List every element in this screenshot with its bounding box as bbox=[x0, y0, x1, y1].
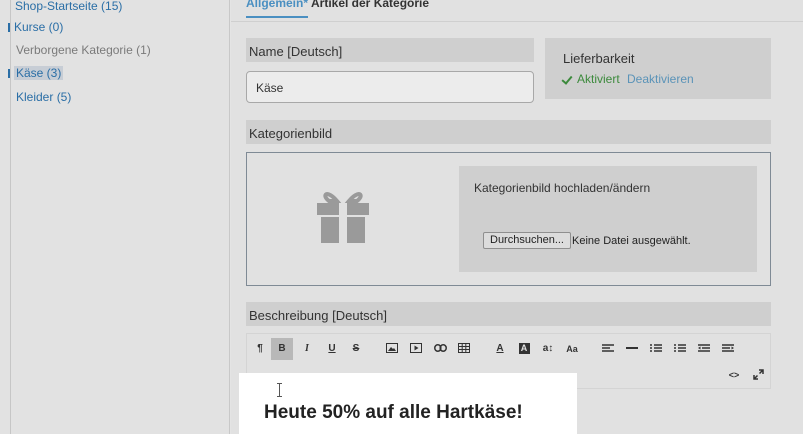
highlight-a-icon: A bbox=[518, 343, 530, 354]
tree-item-verborgene-kategorie[interactable]: Verborgene Kategorie (1) bbox=[16, 43, 151, 58]
tree-item-kaese[interactable]: Käse (3) bbox=[8, 66, 64, 81]
drag-handle-icon[interactable] bbox=[8, 23, 10, 32]
bold-button[interactable]: B bbox=[271, 338, 293, 360]
editor-heading-text[interactable]: Heute 50% auf alle Hartkäse! bbox=[264, 402, 523, 424]
text-cursor-icon bbox=[277, 383, 284, 397]
tab-bar: Allgemein* Artikel der Kategorie bbox=[231, 0, 803, 22]
image-section-header: Kategorienbild bbox=[246, 120, 771, 144]
outdent-icon bbox=[698, 344, 710, 353]
tab-artikel-der-kategorie[interactable]: Artikel der Kategorie bbox=[311, 0, 429, 18]
tree-item-label: Kurse (0) bbox=[14, 20, 64, 34]
text-case-button[interactable]: Aa bbox=[561, 338, 583, 360]
fullscreen-button[interactable] bbox=[747, 364, 769, 386]
paragraph-button[interactable]: ¶ bbox=[249, 338, 271, 360]
outdent-button[interactable] bbox=[693, 338, 715, 360]
name-input[interactable]: Käse bbox=[246, 71, 534, 103]
name-section-header: Name [Deutsch] bbox=[246, 38, 534, 62]
tree-item-label: Shop-Startseite (15) bbox=[15, 0, 123, 13]
activated-label: Aktiviert bbox=[577, 72, 620, 86]
tree-item-label: Kleider (5) bbox=[16, 90, 72, 104]
insert-table-button[interactable] bbox=[453, 338, 475, 360]
image-icon bbox=[386, 343, 398, 354]
description-section-header: Beschreibung [Deutsch] bbox=[246, 302, 771, 326]
indent-icon bbox=[722, 344, 734, 353]
font-color-button[interactable]: A bbox=[489, 338, 511, 360]
strikethrough-button[interactable]: S bbox=[345, 338, 367, 360]
upload-title: Kategorienbild hochladen/ändern bbox=[474, 181, 651, 195]
category-image-panel: Kategorienbild hochladen/ändern Durchsuc… bbox=[246, 152, 771, 286]
drag-handle-icon[interactable] bbox=[8, 69, 10, 78]
fullscreen-icon bbox=[752, 369, 764, 380]
horizontal-rule-icon bbox=[626, 347, 638, 350]
check-icon bbox=[563, 75, 573, 83]
tree-item-label: Verborgene Kategorie (1) bbox=[16, 43, 151, 57]
tree-item-kleider[interactable]: Kleider (5) bbox=[16, 90, 71, 105]
category-edit-form: Allgemein* Artikel der Kategorie Name [D… bbox=[231, 0, 803, 434]
background-color-button[interactable]: A bbox=[513, 338, 535, 360]
tree-item-label: Käse (3) bbox=[14, 66, 64, 80]
italic-button[interactable]: I bbox=[296, 338, 318, 360]
availability-title: Lieferbarkeit bbox=[563, 51, 635, 66]
upload-panel: Kategorienbild hochladen/ändern Durchsuc… bbox=[459, 166, 757, 272]
category-tree: Shop-Startseite (15) Kurse (0) Verborgen… bbox=[0, 0, 230, 434]
align-left-button[interactable] bbox=[597, 338, 619, 360]
bullet-list-icon bbox=[650, 344, 662, 353]
align-left-icon bbox=[602, 344, 614, 353]
browse-button[interactable]: Durchsuchen... bbox=[483, 232, 571, 249]
horizontal-rule-button[interactable] bbox=[621, 338, 643, 360]
deactivate-link[interactable]: Deaktivieren bbox=[627, 72, 694, 86]
bullet-list-button[interactable] bbox=[645, 338, 667, 360]
tree-item-shop-startseite[interactable]: Shop-Startseite (15) bbox=[15, 0, 122, 14]
font-size-button[interactable]: a↕ bbox=[537, 338, 559, 360]
underline-button[interactable]: U bbox=[321, 338, 343, 360]
gift-icon bbox=[317, 192, 369, 243]
video-icon bbox=[410, 343, 422, 354]
numbered-list-icon bbox=[674, 344, 686, 353]
activated-status[interactable]: Aktiviert bbox=[563, 72, 620, 86]
availability-panel: Lieferbarkeit Aktiviert Deaktivieren bbox=[545, 38, 771, 99]
insert-image-button[interactable] bbox=[381, 338, 403, 360]
link-icon bbox=[433, 344, 447, 353]
numbered-list-button[interactable] bbox=[669, 338, 691, 360]
table-icon bbox=[458, 343, 470, 354]
insert-link-button[interactable] bbox=[429, 338, 451, 360]
source-code-button[interactable]: <> bbox=[723, 364, 745, 386]
indent-button[interactable] bbox=[717, 338, 739, 360]
insert-video-button[interactable] bbox=[405, 338, 427, 360]
file-status-text: Keine Datei ausgewählt. bbox=[572, 235, 691, 247]
description-editor[interactable]: Heute 50% auf alle Hartkäse! bbox=[239, 373, 577, 434]
tree-item-kurse[interactable]: Kurse (0) bbox=[8, 20, 63, 35]
tab-allgemein[interactable]: Allgemein* bbox=[246, 0, 309, 18]
